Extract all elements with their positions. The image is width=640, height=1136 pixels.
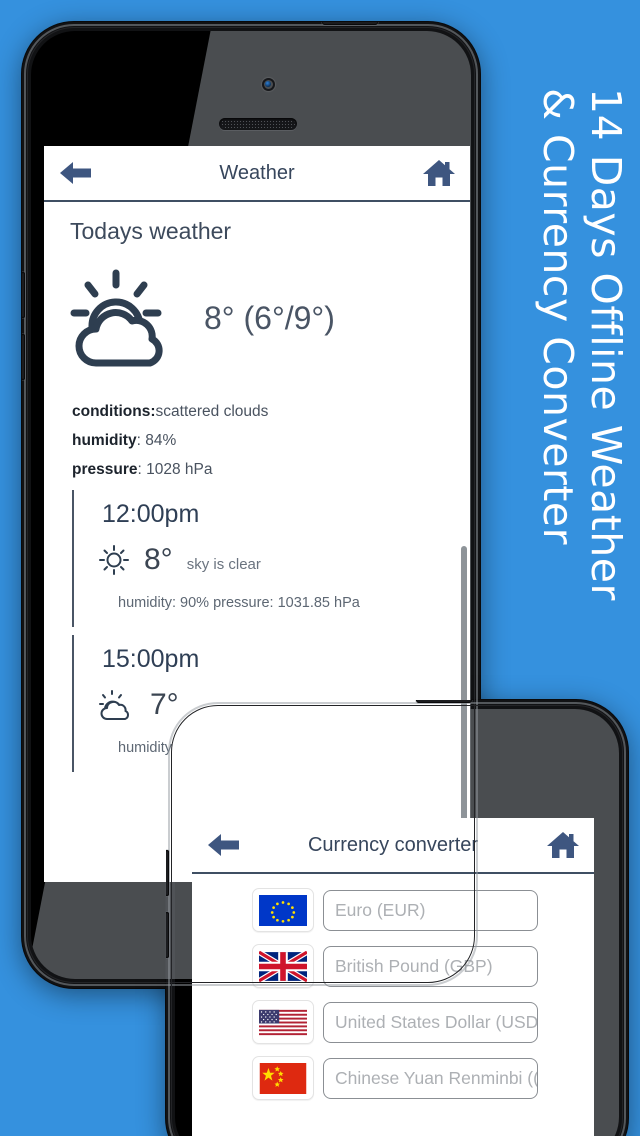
currency-input-cny[interactable]: Chinese Yuan Renminbi (( — [323, 1057, 538, 1099]
us-flag-icon — [259, 1009, 307, 1035]
stat-conditions-label: conditions: — [72, 403, 156, 420]
hour-main: 7° — [96, 674, 470, 722]
power-button[interactable] — [416, 700, 472, 703]
volume-down-button[interactable] — [166, 912, 169, 958]
stat-pressure: pressure: 1028 hPa — [72, 461, 470, 479]
promo-screenshot-canvas: 14 Days Offline Weather & Currency Conve… — [0, 0, 640, 1136]
sun-behind-cloud-icon — [99, 690, 129, 720]
back-button[interactable] — [58, 153, 102, 193]
weather-navbar: Weather — [44, 146, 470, 202]
uk-flag-icon — [259, 950, 307, 982]
stat-pressure-value: : 1028 hPa — [137, 461, 213, 478]
hour-meta: humidity: 90% pressure: 1031.85 hPa — [118, 595, 360, 611]
currency-row-eur[interactable]: Euro (EUR) — [252, 888, 594, 932]
promo-line-1: 14 Days Offline Weather — [582, 88, 630, 601]
sun-icon — [99, 545, 129, 575]
weather-app-screen: Weather Todays weather 8° (6°/9°) condit… — [44, 146, 470, 882]
flag-container — [252, 1000, 314, 1044]
hour-temperature: 7° — [150, 688, 179, 721]
cn-flag-icon — [259, 1062, 307, 1094]
page-title: Weather — [219, 161, 295, 184]
hourly-forecast-item[interactable]: 12:00pm 8° sky is clear humidity: 90% pr… — [72, 490, 470, 627]
currency-input-eur[interactable]: Euro (EUR) — [323, 889, 538, 931]
stat-conditions-value: scattered clouds — [155, 403, 269, 420]
hour-condition: sky is clear — [186, 556, 261, 573]
volume-down-button[interactable] — [22, 334, 25, 380]
volume-up-button[interactable] — [22, 272, 25, 318]
sun-behind-cloud-icon — [70, 269, 163, 367]
hour-main: 8° sky is clear — [96, 529, 470, 577]
flag-container — [252, 888, 314, 932]
volume-up-button[interactable] — [166, 850, 169, 896]
stat-pressure-label: pressure — [72, 461, 138, 478]
power-button[interactable] — [322, 22, 378, 25]
hour-time: 15:00pm — [102, 645, 200, 673]
earpiece-speaker — [219, 118, 297, 130]
stat-humidity-label: humidity — [72, 432, 137, 449]
currency-input-usd[interactable]: United States Dollar (USD — [323, 1001, 538, 1043]
home-button[interactable] — [412, 153, 456, 193]
currency-row-cny[interactable]: Chinese Yuan Renminbi (( — [252, 1056, 594, 1100]
current-temperature: 8° (6°/9°) — [204, 299, 335, 336]
currency-row-gbp[interactable]: British Pound (GBP) — [252, 944, 594, 988]
home-icon — [547, 832, 579, 858]
hour-time: 12:00pm — [102, 500, 200, 528]
currency-navbar: Currency converter — [192, 818, 594, 874]
eu-flag-icon — [259, 894, 307, 926]
front-camera-icon — [262, 78, 275, 91]
hour-meta: humidity — [118, 740, 172, 756]
back-arrow-icon — [60, 162, 91, 184]
hour-temperature: 8° — [144, 543, 173, 576]
currency-row-usd[interactable]: United States Dollar (USD — [252, 1000, 594, 1044]
currency-input-gbp[interactable]: British Pound (GBP) — [323, 945, 538, 987]
back-arrow-icon — [208, 834, 239, 856]
home-icon — [423, 160, 455, 186]
back-button[interactable] — [206, 825, 250, 865]
section-title: Todays weather — [70, 218, 232, 244]
flag-container — [252, 944, 314, 988]
promo-line-2: & Currency Converter — [534, 88, 582, 545]
vertical-scrollbar[interactable] — [461, 546, 467, 826]
promo-text: 14 Days Offline Weather & Currency Conve… — [490, 88, 640, 601]
currency-list: Euro (EUR) British Pound (GBP) United St… — [192, 874, 594, 1100]
home-button[interactable] — [536, 825, 580, 865]
currency-app-screen: Currency converter Euro (EUR) British Po… — [192, 818, 594, 1136]
weather-body: Todays weather 8° (6°/9°) conditions:sca… — [44, 202, 470, 772]
stat-humidity-value: : 84% — [136, 432, 177, 449]
flag-container — [252, 1056, 314, 1100]
stat-conditions: conditions:scattered clouds — [72, 403, 470, 421]
hourly-forecast-item[interactable]: 15:00pm 7° humidity — [72, 635, 470, 772]
stat-humidity: humidity: 84% — [72, 432, 470, 450]
weather-stats: conditions:scattered clouds humidity: 84… — [44, 369, 470, 479]
current-weather: 8° (6°/9°) — [44, 245, 470, 369]
page-title: Currency converter — [307, 833, 479, 856]
